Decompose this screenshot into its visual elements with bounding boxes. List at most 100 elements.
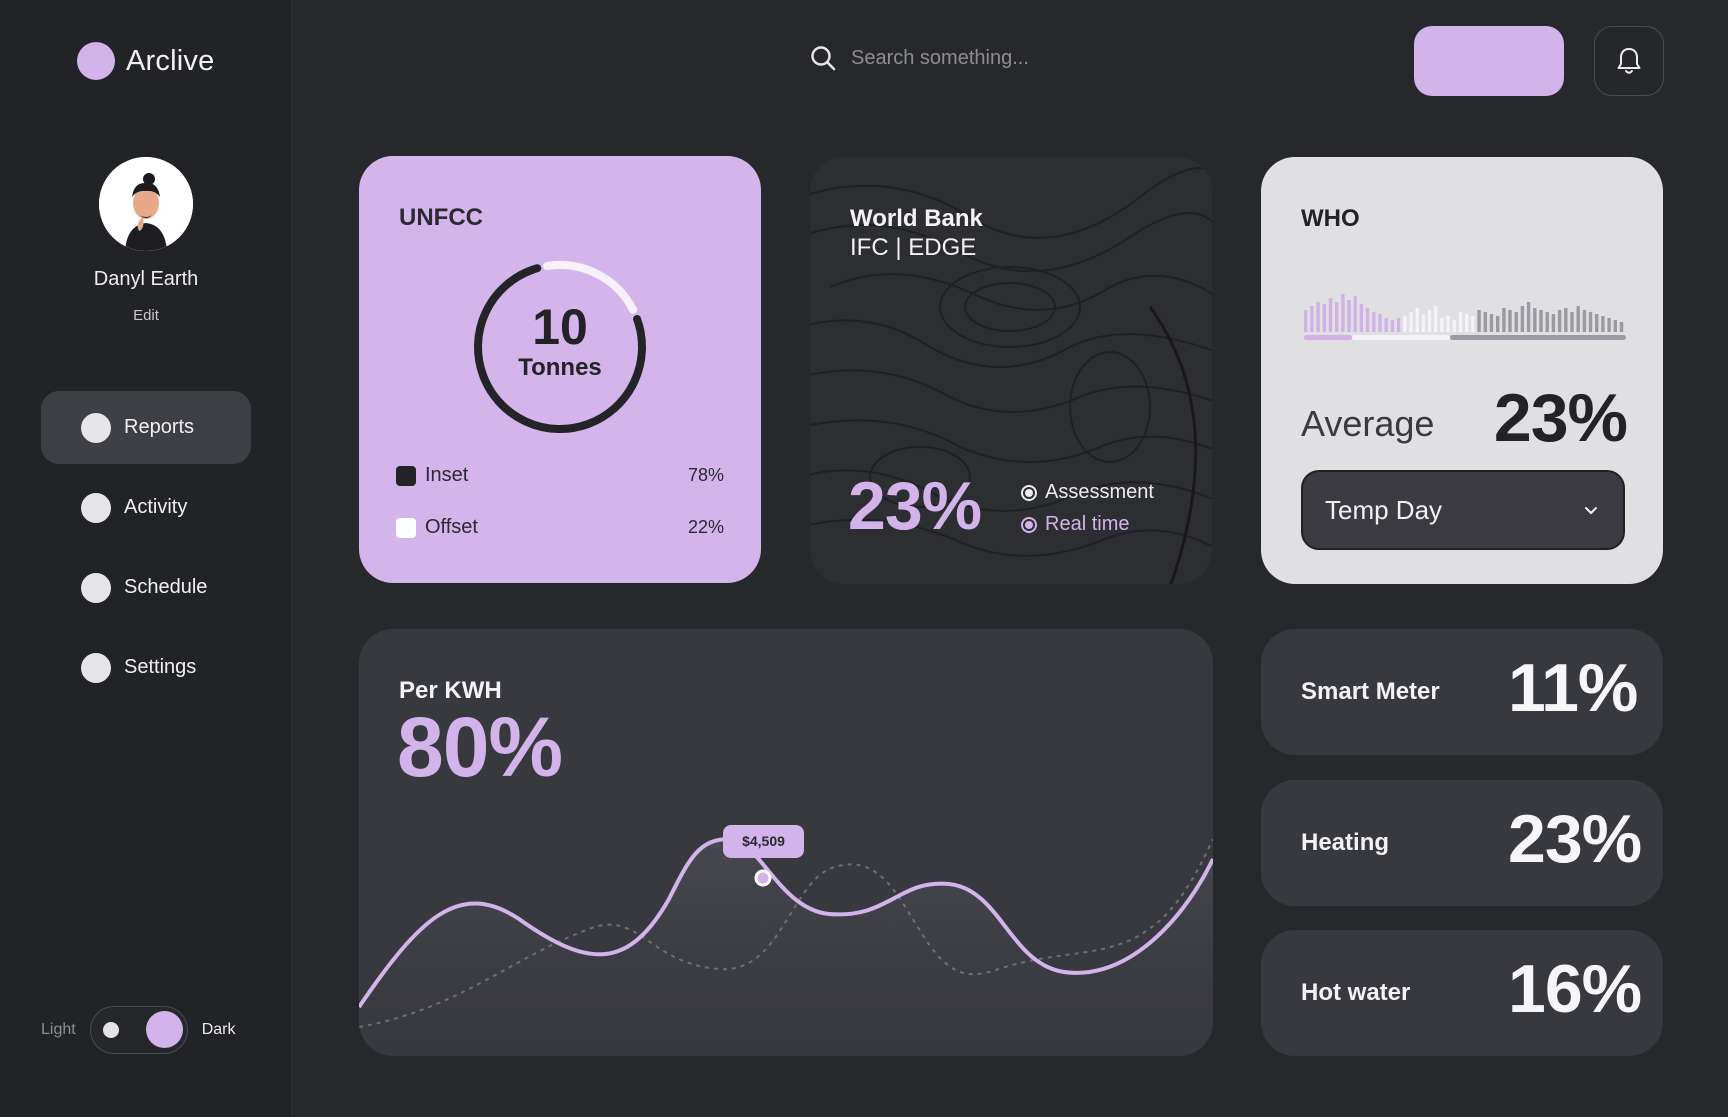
avatar[interactable] (99, 157, 193, 251)
primary-action-button[interactable] (1414, 26, 1564, 96)
theme-toggle: Light Dark (41, 1006, 235, 1054)
donut-unit: Tonnes (518, 354, 602, 381)
stat-label: Heating (1301, 829, 1390, 856)
legend-label: Offset (425, 516, 478, 538)
per-kwh-card[interactable]: Per KWH 80% $4,509 (359, 629, 1213, 1056)
nav-item-settings[interactable]: Settings (41, 631, 251, 704)
level-bar (1557, 310, 1562, 332)
level-bar (1489, 314, 1494, 332)
level-bar (1372, 312, 1376, 332)
radio-real-time[interactable]: Real time (1021, 513, 1129, 536)
level-bar (1304, 310, 1308, 332)
unfcc-card[interactable]: UNFCC 10 Tonnes Inset 78% Offset 22% (359, 156, 761, 583)
heating-card[interactable]: Heating 23% (1261, 780, 1663, 906)
card-title: WHO (1301, 205, 1360, 232)
temp-day-select[interactable]: Temp Day (1301, 470, 1625, 550)
level-bar (1607, 318, 1611, 332)
level-bar (1477, 310, 1481, 332)
search-input[interactable] (851, 46, 1171, 70)
radio-label: Real time (1045, 513, 1130, 535)
world-bank-card[interactable]: World Bank IFC | EDGE 23% Assessment Rea… (810, 157, 1212, 584)
level-bar (1619, 322, 1624, 332)
audio-level-bars (1304, 294, 1626, 340)
sidebar: Arclive Danyl Earth Edit Reports Activit… (0, 0, 292, 1117)
card-title: World Bank (850, 205, 983, 232)
nav-item-schedule[interactable]: Schedule (41, 551, 251, 624)
level-bar (1396, 318, 1401, 332)
who-card[interactable]: WHO Average 23% Temp Day (1261, 157, 1663, 584)
legend-swatch-light (396, 517, 416, 538)
brand[interactable]: Arclive (77, 42, 214, 80)
level-bar (1378, 314, 1382, 332)
activity-icon (81, 492, 111, 523)
smart-meter-card[interactable]: Smart Meter 11% (1261, 629, 1663, 755)
level-bar (1316, 302, 1320, 332)
level-bar (1452, 320, 1456, 332)
light-mode-knob (102, 1022, 119, 1038)
level-bar (1545, 312, 1549, 332)
hot-water-card[interactable]: Hot water 16% (1261, 930, 1663, 1056)
legend-swatch-dark (396, 465, 416, 486)
level-bar (1520, 306, 1525, 332)
legend-label: Inset (425, 464, 469, 486)
level-bar (1421, 314, 1426, 332)
kwh-highlight-point[interactable] (754, 869, 772, 887)
level-bar (1564, 308, 1568, 332)
level-progress-segment (1450, 335, 1626, 340)
kwh-area (359, 839, 1213, 1056)
level-bar (1427, 310, 1432, 332)
stat-value: 11% (1508, 650, 1638, 726)
search-icon[interactable] (809, 44, 837, 72)
stat-label: Smart Meter (1301, 678, 1440, 705)
theme-switch[interactable] (89, 1006, 188, 1054)
level-bar (1403, 316, 1407, 332)
level-bar (1483, 312, 1487, 332)
level-bar (1613, 320, 1617, 332)
level-bar (1335, 302, 1339, 332)
level-bar (1390, 320, 1395, 332)
level-bar (1440, 318, 1444, 332)
card-title: UNFCC (399, 204, 483, 231)
nav-item-label: Schedule (124, 576, 208, 598)
level-bar (1576, 306, 1580, 332)
edit-profile-link[interactable]: Edit (0, 307, 292, 324)
nav-item-label: Activity (124, 496, 188, 518)
level-bar (1514, 312, 1518, 332)
level-bar (1446, 316, 1450, 332)
level-bar (1328, 298, 1333, 332)
level-bar (1601, 316, 1605, 332)
nav-item-label: Settings (124, 656, 197, 678)
level-bar (1526, 302, 1531, 332)
nav-item-activity[interactable]: Activity (41, 471, 251, 544)
level-bar (1347, 300, 1351, 332)
notifications-button[interactable] (1594, 26, 1664, 96)
settings-icon (81, 652, 111, 683)
nav-item-reports[interactable]: Reports (41, 391, 251, 464)
level-bar (1496, 316, 1500, 332)
level-bar (1465, 314, 1469, 332)
level-bar (1508, 310, 1512, 332)
level-bar (1570, 312, 1574, 332)
level-bar (1551, 314, 1556, 332)
radio-icon (1021, 484, 1037, 501)
bell-icon (1617, 48, 1641, 74)
legend-item-inset: Inset 78% (396, 464, 724, 487)
kwh-value: 80% (397, 700, 563, 794)
level-bar (1415, 308, 1419, 332)
level-bar (1434, 306, 1438, 332)
legend-percent: 22% (687, 517, 724, 537)
kwh-tooltip: $4,509 (723, 825, 804, 858)
select-value: Temp Day (1325, 494, 1443, 525)
level-bar (1384, 318, 1388, 332)
brand-name: Arclive (126, 44, 215, 77)
level-progress-segment (1352, 335, 1450, 340)
stat-value: 16% (1508, 951, 1642, 1027)
nav-item-label: Reports (124, 416, 195, 438)
radio-assessment[interactable]: Assessment (1021, 481, 1154, 504)
level-bar (1471, 316, 1475, 332)
donut-value: 10 (532, 299, 588, 355)
legend-item-offset: Offset 22% (396, 516, 724, 539)
level-bar (1502, 308, 1506, 332)
level-bar (1310, 306, 1314, 332)
legend-percent: 78% (687, 465, 724, 485)
